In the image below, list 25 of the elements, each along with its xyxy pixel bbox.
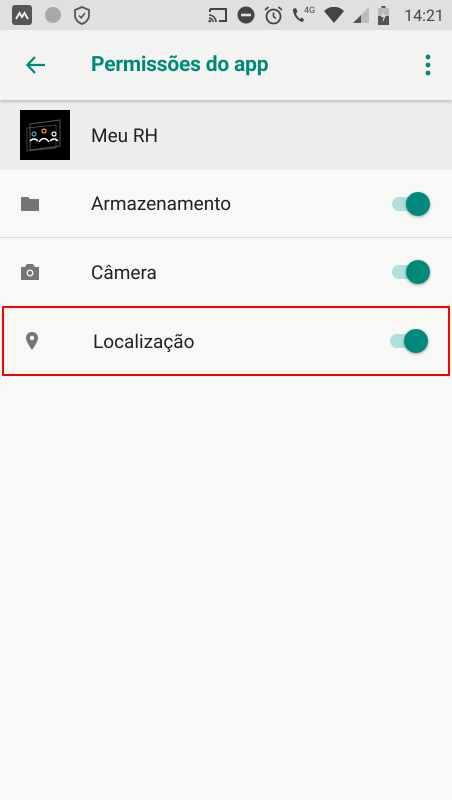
screen-title: Permissões do app: [91, 53, 270, 77]
toggle-switch[interactable]: [390, 259, 430, 285]
permission-row[interactable]: Armazenamento: [0, 170, 452, 238]
camera-icon: [19, 261, 41, 283]
network-type: 4G: [304, 7, 316, 16]
toggle-switch[interactable]: [388, 328, 428, 354]
permission-label: Localização: [93, 330, 196, 352]
app-icon: [12, 5, 32, 25]
permission-row[interactable]: Câmera: [0, 238, 452, 306]
clock: 14:21: [404, 6, 444, 24]
app-logo-icon: [20, 110, 70, 160]
cast-icon: [208, 7, 228, 23]
toggle-switch[interactable]: [390, 190, 430, 216]
signal-icon: [353, 7, 370, 23]
battery-icon: [378, 6, 390, 24]
wifi-icon: [324, 7, 344, 23]
app-name: Meu RH: [91, 124, 158, 146]
alarm-icon: [264, 6, 283, 24]
phone-icon: [292, 7, 304, 23]
permission-label: Câmera: [91, 260, 158, 284]
circle-icon: [44, 6, 62, 24]
do-not-disturb-icon: [236, 6, 255, 24]
permission-label: Armazenamento: [91, 192, 232, 215]
shield-icon: [74, 6, 90, 24]
permission-row[interactable]: Localização: [2, 306, 450, 376]
